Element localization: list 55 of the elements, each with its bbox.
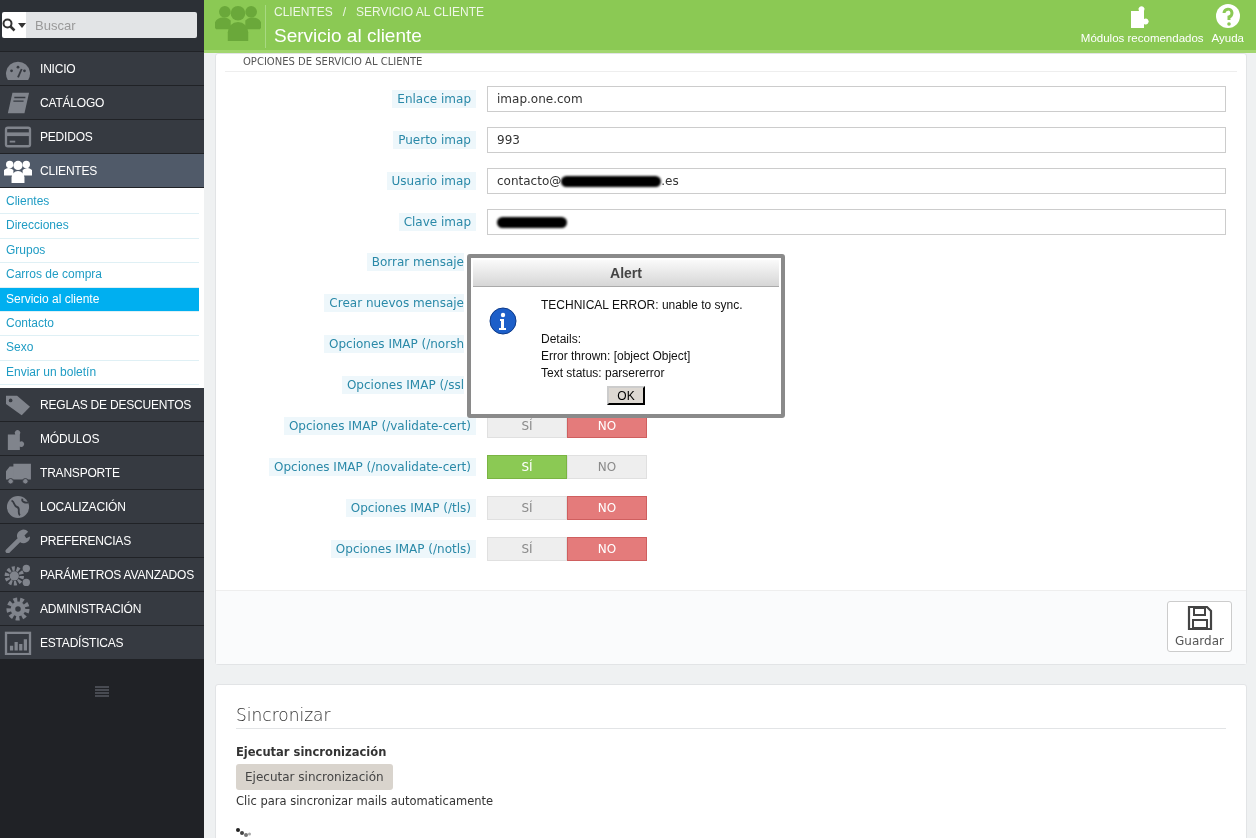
search-button[interactable]	[2, 12, 26, 38]
detail-text: Text status: parsererror	[541, 365, 666, 382]
field-label: Opciones IMAP (/norsh	[324, 335, 464, 353]
field-label: Crear nuevos mensaje	[324, 294, 464, 312]
section-title: Sincronizar	[236, 705, 1226, 729]
gears-icon	[4, 562, 32, 587]
info-icon	[489, 307, 517, 335]
detail-text: Error thrown: [object Object]	[541, 348, 692, 365]
panel-heading: OPCIONES DE SERVICIO AL CLIENTE	[242, 56, 424, 67]
menu-item[interactable]: PREFERENCIAS	[0, 524, 204, 559]
input-field[interactable]: imap.one.com	[487, 86, 1226, 112]
menu-item[interactable]: REGLAS DE DESCUENTOS	[0, 388, 204, 423]
menu-item[interactable]: ADMINISTRACIÓN	[0, 592, 204, 627]
globe-icon	[4, 494, 32, 519]
field-label: Ejecutar sincronización	[236, 745, 388, 759]
menu-item[interactable]: TRANSPORTE	[0, 456, 204, 491]
field-label: Clave imap	[398, 213, 476, 231]
field-label: Borrar mensaje	[366, 253, 464, 271]
menu-item[interactable]: ESTADÍSTICAS	[0, 626, 204, 661]
users-icon	[4, 158, 32, 183]
field-label: Puerto imap	[393, 131, 476, 149]
wrench-icon	[4, 528, 32, 553]
menu-item[interactable]: MÓDULOS	[0, 422, 204, 457]
gear-icon	[4, 596, 32, 621]
sync-button[interactable]: Ejecutar sincronización	[236, 764, 393, 790]
field-label: Opciones IMAP (/validate-cert)	[283, 417, 476, 435]
dialog-title: Alert	[473, 260, 779, 287]
bar-chart-icon	[4, 630, 32, 655]
field-label: Opciones IMAP (/ssl	[341, 376, 464, 394]
message-text: TECHNICAL ERROR: unable to sync.	[541, 297, 743, 314]
input-field[interactable]: 993	[487, 127, 1226, 153]
menu-item[interactable]: INICIO	[0, 52, 204, 86]
field-label: Usuario imap	[386, 172, 476, 190]
detail-text: Details:	[541, 331, 582, 348]
input-field[interactable]: contacto@ .es	[487, 168, 1226, 194]
page-title: Servicio al cliente	[274, 25, 423, 47]
menu-item[interactable]: PEDIDOS	[0, 120, 204, 154]
ok-button[interactable]: OK	[607, 386, 645, 405]
menu-item[interactable]: CLIENTES	[0, 154, 204, 188]
search-field[interactable]: Buscar	[26, 12, 197, 38]
breadcrumb-separator: /	[342, 5, 347, 21]
save-button[interactable]: Guardar	[1167, 601, 1232, 652]
menu-item[interactable]: CATÁLOGO	[0, 86, 204, 120]
input-field[interactable]	[487, 209, 1226, 235]
menu-item[interactable]: PARÁMETROS AVANZADOS	[0, 558, 204, 593]
users-icon	[215, 3, 261, 41]
credit-card-icon	[4, 124, 32, 149]
field-label: Opciones IMAP (/novalidate-cert)	[268, 458, 476, 476]
loading-spinner-icon	[236, 828, 251, 838]
menu-item[interactable]: LOCALIZACIÓN	[0, 490, 204, 525]
field-label: Opciones IMAP (/notls)	[330, 540, 476, 558]
caret-icon	[18, 22, 26, 28]
help-text: Clic para sincronizar mails automaticamente	[236, 794, 495, 808]
field-label: Opciones IMAP (/tls)	[345, 499, 476, 517]
field-label: Enlace imap	[392, 90, 476, 108]
